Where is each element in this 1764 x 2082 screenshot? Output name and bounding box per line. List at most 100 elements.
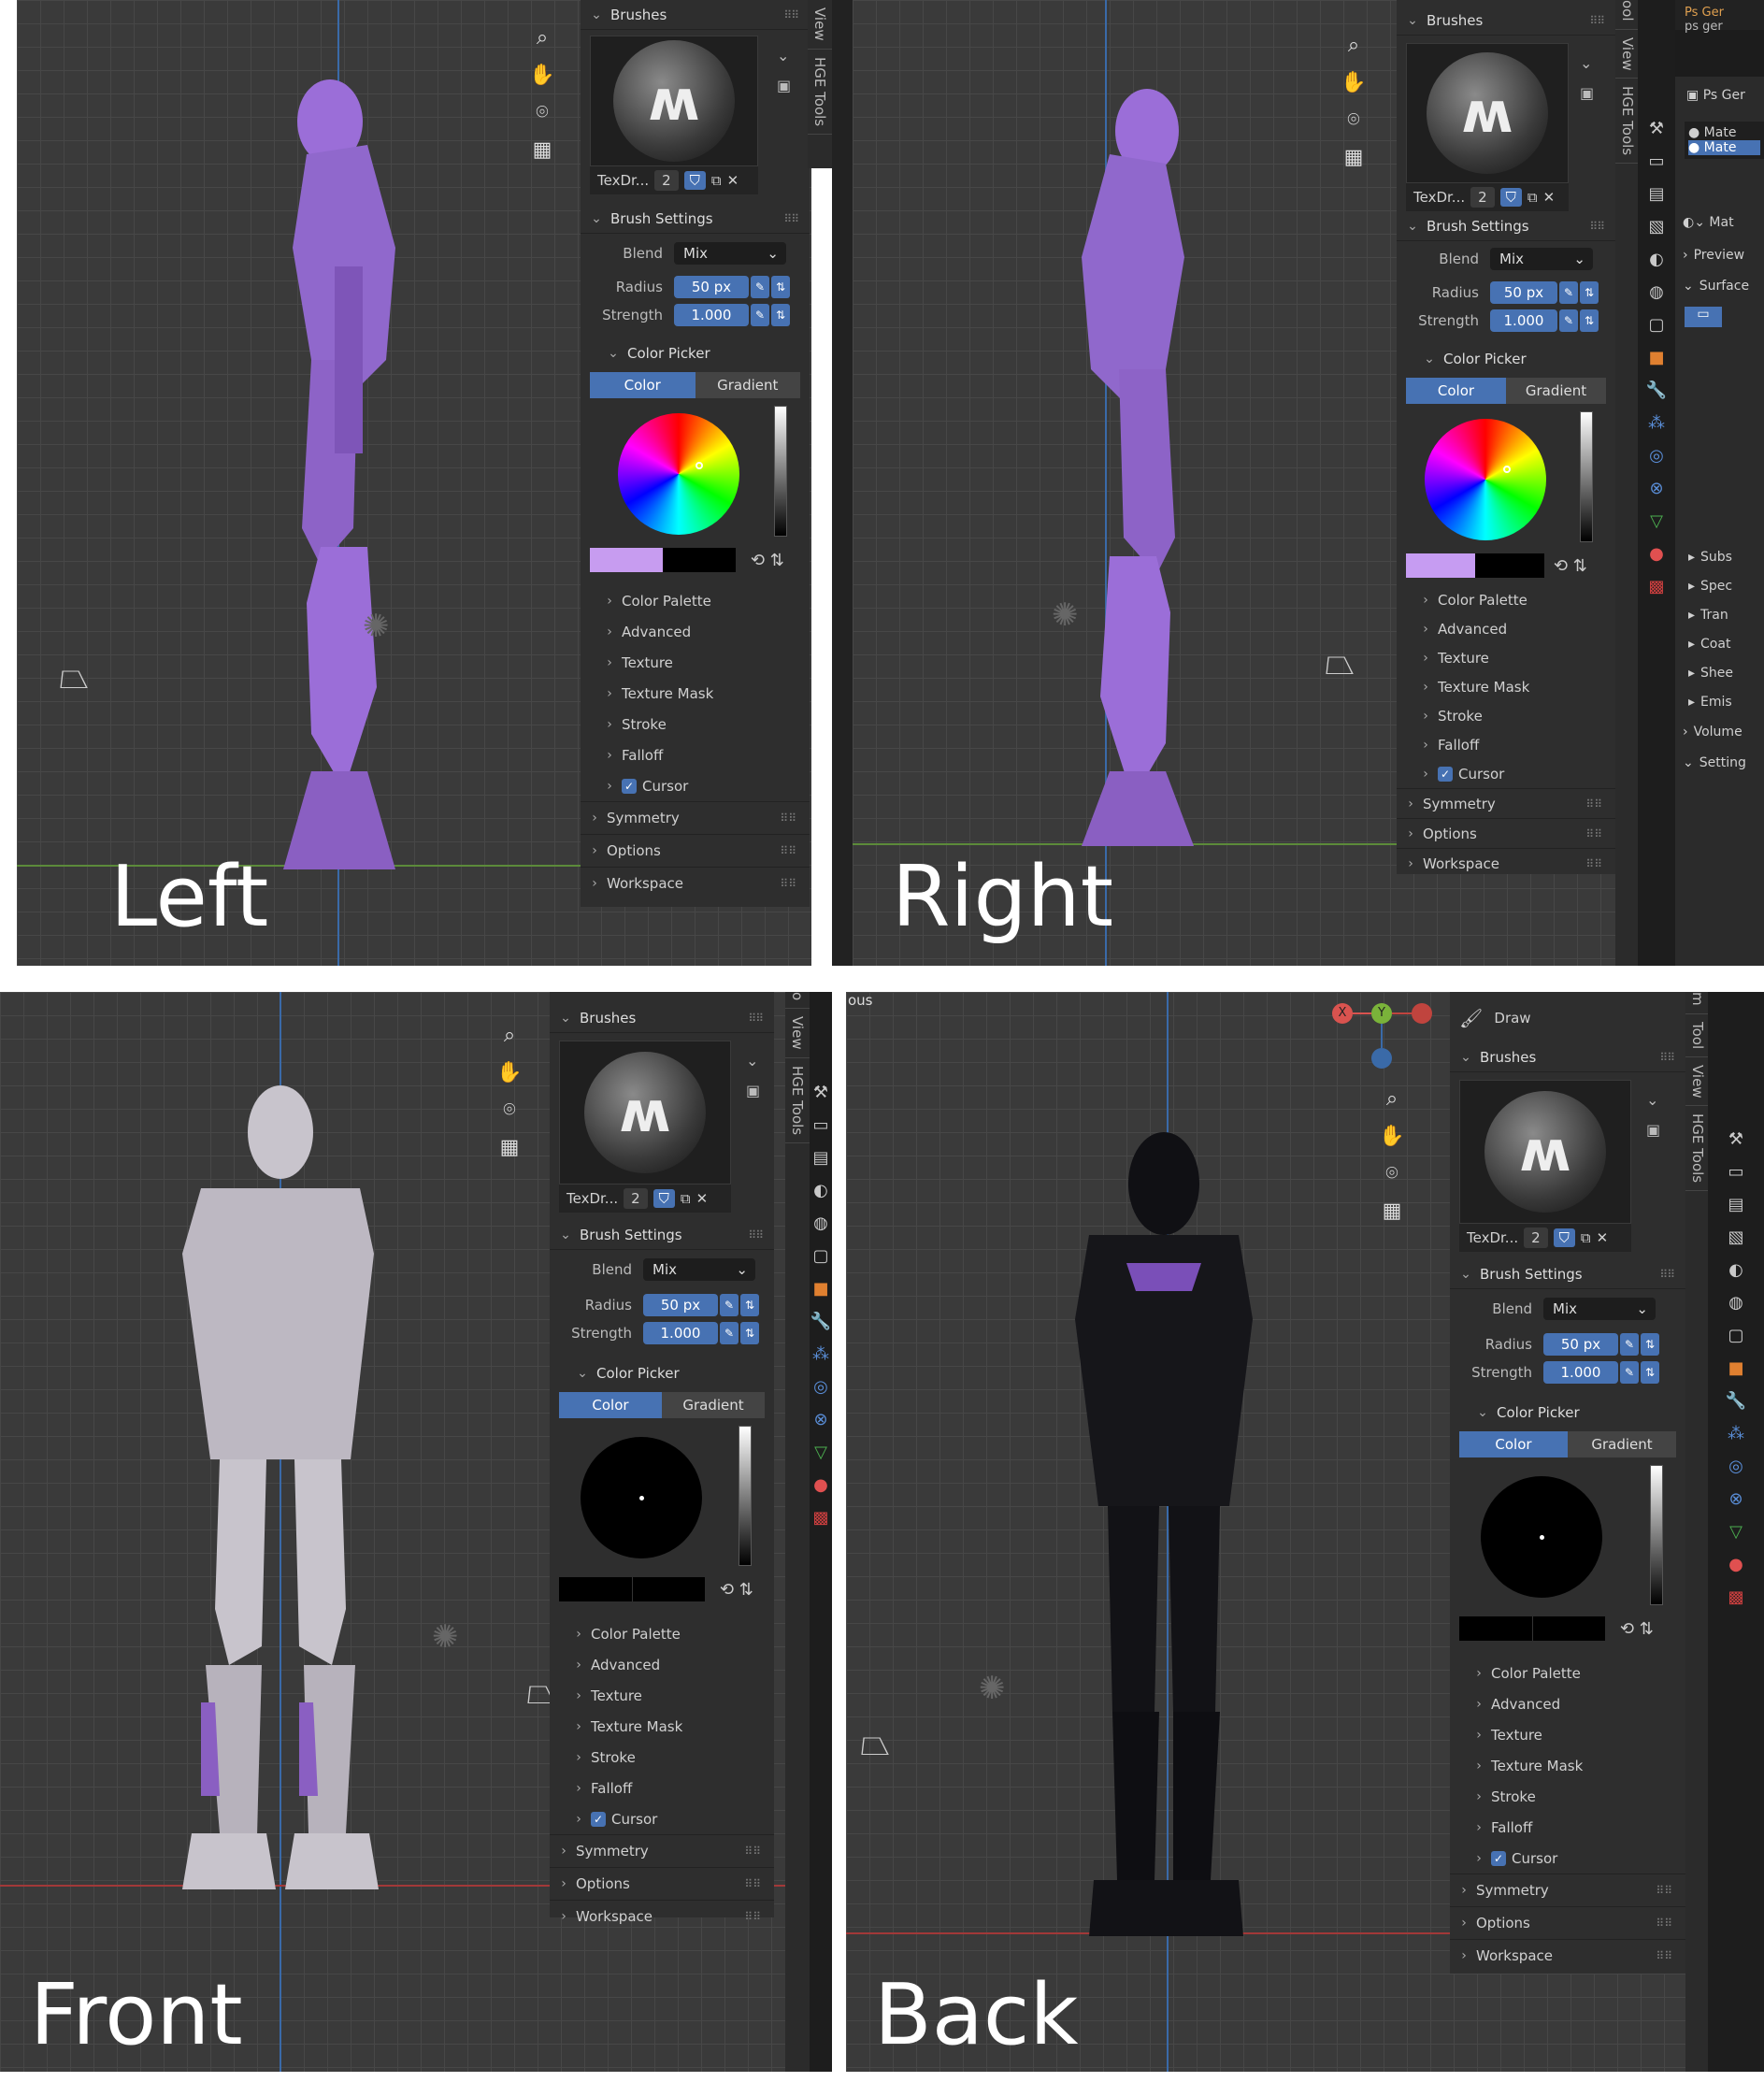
- tab-tool[interactable]: o: [785, 992, 810, 1010]
- subpanel-color-palette[interactable]: › Color Palette: [550, 1618, 774, 1649]
- symmetry-panel[interactable]: › Symmetry ⠿⠿: [581, 801, 810, 834]
- preview-panel[interactable]: › Preview: [1675, 239, 1764, 270]
- particles-icon[interactable]: ⁂: [810, 1338, 832, 1371]
- color-wheel-cursor[interactable]: [696, 462, 703, 469]
- camera-icon[interactable]: ⌾: [1377, 1158, 1407, 1188]
- scene-icon[interactable]: ◐: [810, 1174, 832, 1207]
- particles-icon[interactable]: ⁂: [1638, 407, 1675, 439]
- tab-view[interactable]: View: [808, 0, 832, 50]
- subpanel-cursor[interactable]: › ✓ Cursor: [1450, 1843, 1685, 1874]
- emission-panel[interactable]: ▸ Emis: [1675, 687, 1764, 716]
- hand-pan-icon[interactable]: ✋: [527, 60, 557, 90]
- world-icon[interactable]: ◍: [810, 1207, 832, 1240]
- particles-icon[interactable]: ⁂: [1708, 1417, 1764, 1450]
- chevron-down-icon[interactable]: ⌄: [746, 1046, 760, 1076]
- tool-settings-icon[interactable]: ⚒: [810, 1076, 832, 1109]
- collection-icon[interactable]: ▢: [1638, 309, 1675, 341]
- render-icon[interactable]: ▭: [1708, 1156, 1764, 1188]
- collection-icon[interactable]: ▢: [810, 1240, 832, 1272]
- tab-hge-tools[interactable]: HGE Tools: [1685, 1106, 1710, 1192]
- secondary-color-swatch[interactable]: [1475, 553, 1544, 578]
- tab-m[interactable]: m: [1685, 992, 1710, 1014]
- tab-gradient[interactable]: Gradient: [1568, 1431, 1676, 1457]
- pen-pressure-icon[interactable]: ✎: [1620, 1333, 1639, 1356]
- swap-colors-icon[interactable]: ⟲ ⇅: [1620, 1619, 1654, 1639]
- material-slot-list[interactable]: ● Mate ● Mate: [1685, 122, 1764, 159]
- blend-dropdown[interactable]: Mix ⌄: [1543, 1298, 1656, 1320]
- brushes-header[interactable]: ⌄ Brushes ⠿⠿: [1450, 1042, 1685, 1072]
- world-icon[interactable]: ◍: [1708, 1286, 1764, 1319]
- primary-color-swatch[interactable]: [559, 1577, 632, 1601]
- close-icon[interactable]: ✕: [1597, 1229, 1609, 1246]
- drag-handle-icon[interactable]: ⠿⠿: [1659, 1051, 1675, 1064]
- subpanel-cursor[interactable]: › ✓ Cursor: [1397, 759, 1615, 788]
- physics-icon[interactable]: ◎: [1638, 439, 1675, 472]
- tab-hge-tools[interactable]: HGE Tools: [1615, 79, 1640, 165]
- texture-icon[interactable]: ▩: [1638, 570, 1675, 603]
- tab-color[interactable]: Color: [590, 372, 696, 398]
- constraints-icon[interactable]: ⊗: [810, 1403, 832, 1436]
- secondary-color-swatch[interactable]: [632, 1577, 705, 1601]
- left-viewport[interactable]: ⌕ ✋ ⌾ ▦ ⏢ ✺ Left ⌄ Brushes ⠿⠿ ʍ TexDr... 2…: [17, 0, 811, 966]
- jitter-icon[interactable]: ⇅: [1580, 281, 1599, 304]
- symmetry-panel[interactable]: › Symmetry ⠿⠿: [1397, 788, 1615, 818]
- pen-pressure-icon[interactable]: ✎: [751, 304, 769, 326]
- tab-gradient[interactable]: Gradient: [1506, 378, 1606, 404]
- object-icon[interactable]: ■: [1708, 1352, 1764, 1385]
- strength-field[interactable]: 1.000: [1490, 309, 1557, 332]
- fake-user-shield-icon[interactable]: ⛉: [683, 171, 706, 190]
- back-viewport[interactable]: ous X Y ⌕ ✋ ⌾ ▦ ⏢ ✺ Back 🖌 Draw ⌄ Brushes ⠿…: [846, 992, 1685, 2072]
- material-icon[interactable]: ●: [810, 1469, 832, 1501]
- primary-color-swatch[interactable]: [1459, 1616, 1532, 1641]
- brushes-header[interactable]: ⌄ Brushes ⠿⠿: [581, 0, 810, 30]
- checkbox-checked-icon[interactable]: ✓: [591, 1811, 606, 1827]
- brush-settings-header[interactable]: ⌄ Brush Settings ⠿⠿: [550, 1220, 774, 1250]
- color-wheel-cursor[interactable]: [1540, 1535, 1544, 1540]
- tab-view[interactable]: View: [1685, 1057, 1710, 1107]
- jitter-icon[interactable]: ⇅: [771, 276, 790, 298]
- drag-handle-icon[interactable]: ⠿⠿: [744, 1877, 761, 1890]
- tab-tool[interactable]: Tool: [1685, 1014, 1710, 1057]
- material-slot-active[interactable]: ● Mate: [1688, 140, 1760, 155]
- zoom-icon[interactable]: ⌕: [1339, 30, 1369, 60]
- subpanel-advanced[interactable]: › Advanced: [1450, 1688, 1685, 1719]
- data-icon[interactable]: ▽: [1708, 1515, 1764, 1548]
- outliner-item-ps-ger[interactable]: Ps Ger: [1685, 6, 1764, 20]
- pen-pressure-icon[interactable]: ✎: [720, 1322, 739, 1344]
- drag-handle-icon[interactable]: ⠿⠿: [780, 877, 796, 890]
- color-wheel-cursor[interactable]: [1503, 466, 1511, 473]
- brush-selector[interactable]: ʍ TexDr... 2 ⛉ ⧉ ✕ ⌄ ▣: [590, 36, 800, 196]
- front-viewport[interactable]: ⌕ ✋ ⌾ ▦ ⏢ ✺ Front ⌄ Brushes ⠿⠿ ʍ TexDr... …: [0, 992, 785, 2072]
- output-icon[interactable]: ▤: [1638, 178, 1675, 210]
- color-picker-header[interactable]: ⌄ Color Picker: [1450, 1398, 1685, 1428]
- swap-colors-icon[interactable]: ⟲ ⇅: [1554, 556, 1587, 576]
- drag-handle-icon[interactable]: ⠿⠿: [1589, 14, 1605, 27]
- brush-selector[interactable]: ʍ TexDr... 2 ⛉ ⧉ ✕ ⌄ ▣: [559, 1041, 765, 1213]
- object-icon[interactable]: ■: [810, 1272, 832, 1305]
- chevron-down-icon[interactable]: ⌄: [1646, 1085, 1660, 1115]
- material-icon[interactable]: ●: [1708, 1548, 1764, 1581]
- camera-icon[interactable]: ⌾: [495, 1095, 524, 1125]
- color-picker-header[interactable]: ⌄ Color Picker: [550, 1358, 774, 1388]
- drag-handle-icon[interactable]: ⠿⠿: [783, 212, 799, 225]
- subpanel-texture[interactable]: › Texture: [1397, 643, 1615, 672]
- brushes-header[interactable]: ⌄ Brushes ⠿⠿: [1397, 6, 1615, 36]
- checkbox-checked-icon[interactable]: ✓: [1491, 1850, 1506, 1866]
- subpanel-cursor[interactable]: › ✓ Cursor: [550, 1803, 774, 1834]
- scene-icon[interactable]: ◐: [1708, 1254, 1764, 1286]
- duplicate-icon[interactable]: ⧉: [1581, 1229, 1591, 1246]
- settings-panel[interactable]: ⌄ Setting: [1675, 747, 1764, 778]
- specular-panel[interactable]: ▸ Spec: [1675, 571, 1764, 600]
- drag-handle-icon[interactable]: ⠿⠿: [748, 1012, 764, 1025]
- gizmo-neg-x-axis[interactable]: [1412, 1003, 1432, 1024]
- tab-view[interactable]: View: [785, 1009, 810, 1058]
- camera-icon[interactable]: ⌾: [527, 97, 557, 127]
- subpanel-advanced[interactable]: › Advanced: [550, 1649, 774, 1680]
- color-wheel[interactable]: [1425, 419, 1546, 540]
- jitter-icon[interactable]: ⇅: [1641, 1361, 1659, 1384]
- subpanel-texture-mask[interactable]: › Texture Mask: [581, 678, 810, 709]
- swap-colors-icon[interactable]: ⟲ ⇅: [720, 1580, 753, 1600]
- subpanel-advanced[interactable]: › Advanced: [1397, 614, 1615, 643]
- tool-settings-icon[interactable]: ⚒: [1638, 112, 1675, 145]
- blend-dropdown[interactable]: Mix ⌄: [643, 1258, 755, 1281]
